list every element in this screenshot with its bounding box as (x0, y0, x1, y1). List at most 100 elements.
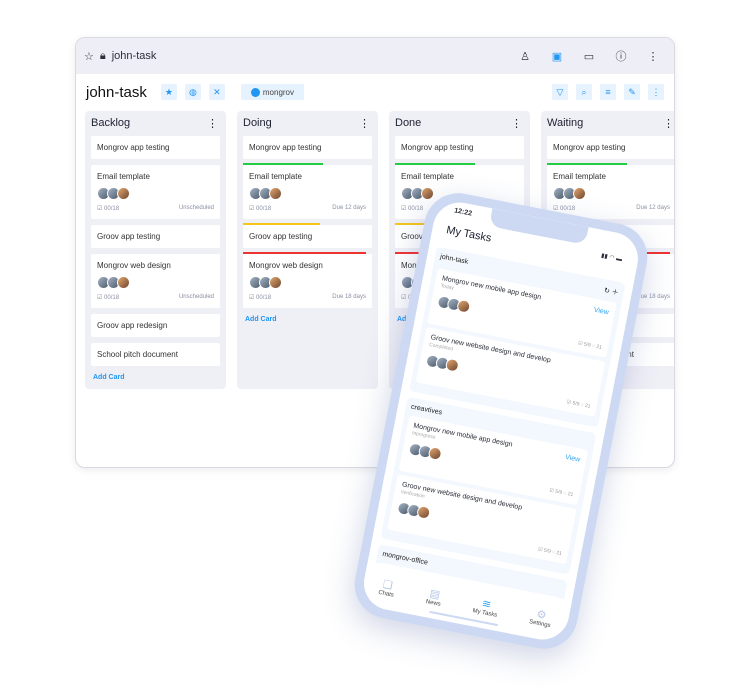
card[interactable]: Mongrov web design ☑ 00/18 Unscheduled (91, 254, 220, 308)
card[interactable]: Groov app testing (243, 223, 372, 248)
column-menu-icon[interactable]: ⋮ (359, 117, 370, 130)
card-title: School pitch document (97, 350, 178, 359)
card[interactable]: School pitch document (91, 343, 220, 366)
phone-title: My Tasks (445, 224, 493, 245)
card-title: Groov app testing (97, 232, 161, 241)
board-icon[interactable]: ▣ (544, 50, 570, 63)
avatar (427, 445, 443, 462)
checklist-count: ☑ 00/18 (97, 295, 120, 301)
due-date: Due 18 days (636, 294, 670, 300)
column-title: Done (395, 117, 422, 129)
card[interactable]: Email template ☑ 00/18 Due 12 days (243, 163, 372, 219)
label-bar (243, 223, 321, 225)
card-title: Mongrov app testing (97, 143, 170, 152)
due-date: Unscheduled (178, 205, 214, 211)
tab-my-tasks[interactable]: ≋ My Tasks (472, 595, 500, 618)
task-group: john-task ↻ ＋ Mongrov new mobile app desig… (409, 246, 626, 428)
card[interactable]: Email template☑ 00/18Due 12 days (547, 163, 674, 219)
more-icon[interactable]: ⋮ (648, 84, 664, 100)
due-date: Due 12 days (332, 205, 366, 211)
star-icon[interactable]: ☆ (84, 50, 94, 63)
info-icon[interactable]: ⓘ (608, 48, 634, 64)
avatar (117, 187, 130, 200)
status-icons: ▮▮ ◠ ▬ (600, 253, 623, 264)
card-title: Mongrov app testing (249, 143, 322, 152)
add-card-button[interactable]: Add Card (243, 314, 372, 325)
card-title: Email template (249, 172, 302, 181)
avatar (117, 276, 130, 289)
workspace-logo-icon (250, 87, 260, 97)
workspace-name: mongrov (262, 87, 294, 97)
label-bar (243, 252, 366, 254)
column-title: Backlog (91, 117, 131, 129)
card[interactable]: Groov app testing (91, 225, 220, 248)
card[interactable]: Mongrov app testing (243, 136, 372, 159)
add-card-button[interactable]: Add Card (91, 372, 220, 383)
notifications-off-icon[interactable]: ✕ (208, 84, 225, 100)
due-date: Unscheduled (178, 294, 214, 300)
column-backlog: Backlog ⋮ Mongrov app testing Email templat… (85, 111, 226, 389)
favorite-icon[interactable]: ★ (160, 84, 177, 100)
bot-icon[interactable]: ♙ (512, 50, 538, 63)
card[interactable]: Mongrov app testing (547, 136, 674, 159)
refresh-icon[interactable]: ↻ ＋ (603, 285, 619, 298)
tab-settings[interactable]: ⚙ Settings (529, 606, 554, 629)
column-menu-icon[interactable]: ⋮ (207, 117, 218, 130)
card[interactable]: Groov app redesign (91, 314, 220, 337)
due-date: Due 12 days (636, 205, 670, 211)
column-doing: Doing ⋮ Mongrov app testing Email template ☑… (237, 111, 378, 389)
column-title: Waiting (547, 117, 584, 129)
tab-chats[interactable]: ❏ Chats (378, 577, 397, 598)
label-bar (547, 163, 627, 165)
filter-icon[interactable]: ▽ (552, 84, 568, 100)
avatar (421, 187, 434, 200)
avatar (456, 298, 472, 314)
avatars (97, 276, 214, 289)
avatars (553, 187, 670, 200)
card-title: Mongrov app testing (553, 143, 626, 152)
more-icon[interactable]: ⋮ (640, 50, 666, 63)
avatar (269, 187, 282, 200)
search-icon[interactable]: ⌕ (576, 84, 592, 100)
checklist-count: ☑ 00/18 (401, 206, 424, 212)
card-title: Email template (401, 172, 454, 181)
card[interactable]: Email template ☑ 00/18 Unscheduled (91, 165, 220, 219)
card-title: Groov app testing (249, 232, 313, 241)
avatar (573, 187, 586, 200)
video-icon[interactable]: ▭ (576, 50, 602, 63)
edit-icon[interactable]: ✎ (624, 84, 640, 100)
group-name: creavtives (410, 403, 443, 417)
tab-news[interactable]: ▤ News (425, 586, 443, 607)
browser-bar: ☆ 🔒︎ john-task ♙ ▣ ▭ ⓘ ⋮ (76, 38, 674, 74)
checklist-count: ☑ 00/18 (97, 206, 120, 212)
avatar (444, 357, 460, 373)
group-name: john-task (439, 253, 469, 266)
task-group: creavtives Mongrov new mobile app design I… (380, 396, 597, 575)
list-icon[interactable]: ≡ (600, 84, 616, 100)
card[interactable]: Mongrov app testing (91, 136, 220, 159)
column-menu-icon[interactable]: ⋮ (511, 117, 522, 130)
card[interactable]: Mongrov web design ☑ 00/18 Due 18 days (243, 252, 372, 308)
column-title: Doing (243, 117, 272, 129)
avatar (269, 276, 282, 289)
avatars (97, 187, 214, 200)
card-title: Email template (553, 172, 606, 181)
globe-icon[interactable]: ◍ (184, 84, 201, 100)
label-bar (395, 163, 475, 165)
card-title: Mongrov web design (249, 261, 323, 270)
lock-icon: 🔒︎ (99, 49, 106, 62)
card-title: Mongrov app testing (401, 143, 474, 152)
clock: 12:22 (453, 207, 473, 218)
label-bar (243, 163, 323, 165)
column-menu-icon[interactable]: ⋮ (663, 117, 674, 130)
board-title: john-task (86, 83, 147, 101)
avatar (416, 504, 432, 521)
avatars (249, 187, 366, 200)
due-date: Due 18 days (332, 294, 366, 300)
checklist-count: ☑ 00/18 (249, 295, 272, 301)
card-title: Email template (97, 172, 150, 181)
checklist-count: ☑ 00/18 (249, 206, 272, 212)
card[interactable]: Mongrov app testing (395, 136, 524, 159)
workspace-chip[interactable]: mongrov (240, 84, 304, 100)
window-title: john-task (111, 50, 157, 62)
